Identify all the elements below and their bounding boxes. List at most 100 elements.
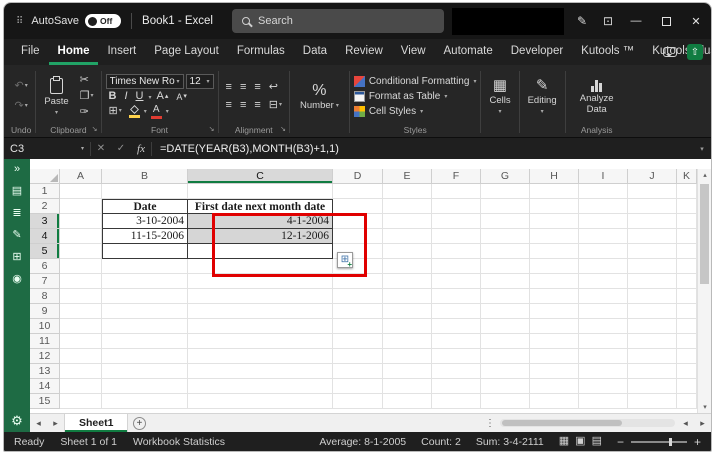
cell-B9[interactable] [102,304,188,319]
find-pane-icon[interactable]: ◉ [12,274,22,285]
cell-K12[interactable] [677,349,697,364]
cell-E13[interactable] [383,364,432,379]
column-header-E[interactable]: E [383,169,432,184]
tab-home[interactable]: Home [49,39,99,65]
normal-view-icon[interactable]: ▦ [559,436,569,447]
page-layout-view-icon[interactable]: ▣ [575,436,585,447]
cell-H9[interactable] [530,304,579,319]
pen-icon[interactable]: ✎ [569,14,595,28]
middle-align-button[interactable]: ≡ [237,81,249,94]
cell-C13[interactable] [188,364,333,379]
cell-K9[interactable] [677,304,697,319]
cell-G5[interactable] [481,244,530,259]
cell-C1[interactable] [188,184,333,199]
cell-D11[interactable] [333,334,383,349]
fill-color-button[interactable] [127,105,142,118]
cell-H1[interactable] [530,184,579,199]
cell-K2[interactable] [677,199,697,214]
vertical-scrollbar[interactable]: ▴ ▾ [697,169,711,413]
cell-H15[interactable] [530,394,579,409]
cell-H2[interactable] [530,199,579,214]
cell-A7[interactable] [60,274,102,289]
cell-I7[interactable] [579,274,628,289]
cell-J6[interactable] [628,259,677,274]
cell-C2[interactable]: First date next month date [188,199,333,214]
merge-center-button[interactable]: ⊟▾ [266,99,285,112]
cell-I13[interactable] [579,364,628,379]
font-name-select[interactable]: Times New Ro▾ [106,74,184,89]
cell-E14[interactable] [383,379,432,394]
cell-K13[interactable] [677,364,697,379]
cell-D3[interactable] [333,214,383,229]
cell-B6[interactable] [102,259,188,274]
row-header-7[interactable]: 7 [30,274,60,289]
column-list-icon[interactable]: ≣ [12,208,21,219]
formula-input[interactable]: =DATE(YEAR(B3),MONTH(B3)+1,1) [152,143,693,155]
cell-K15[interactable] [677,394,697,409]
cell-F11[interactable] [432,334,481,349]
cell-E15[interactable] [383,394,432,409]
format-painter-button[interactable]: ✑ [77,106,97,119]
cell-E4[interactable] [383,229,432,244]
cell-F13[interactable] [432,364,481,379]
row-header-6[interactable]: 6 [30,259,60,274]
cell-C10[interactable] [188,319,333,334]
cell-D10[interactable] [333,319,383,334]
cell-H11[interactable] [530,334,579,349]
decrease-font-button[interactable]: A▾ [173,92,190,103]
cell-F15[interactable] [432,394,481,409]
cell-E6[interactable] [383,259,432,274]
cell-I1[interactable] [579,184,628,199]
cell-I6[interactable] [579,259,628,274]
row-header-14[interactable]: 14 [30,379,60,394]
zoom-slider-thumb[interactable] [669,438,672,446]
insert-function-icon[interactable]: fx [131,143,151,155]
row-header-13[interactable]: 13 [30,364,60,379]
cell-F2[interactable] [432,199,481,214]
vertical-scroll-thumb[interactable] [700,184,709,284]
row-header-10[interactable]: 10 [30,319,60,334]
zoom-slider[interactable] [631,441,687,443]
center-button[interactable]: ≡ [237,99,249,112]
cell-J12[interactable] [628,349,677,364]
cell-F1[interactable] [432,184,481,199]
cell-K8[interactable] [677,289,697,304]
cell-K14[interactable] [677,379,697,394]
bold-button[interactable]: B [106,90,120,103]
cell-G9[interactable] [481,304,530,319]
row-header-4[interactable]: 4 [30,229,60,244]
autosave-toggle[interactable]: Off [85,14,121,28]
cell-C8[interactable] [188,289,333,304]
cell-K11[interactable] [677,334,697,349]
maximize-button[interactable] [651,3,681,39]
cell-B13[interactable] [102,364,188,379]
font-dialog-launcher-icon[interactable]: ↘ [209,124,215,136]
cell-A3[interactable] [60,214,102,229]
cell-I8[interactable] [579,289,628,304]
cell-G4[interactable] [481,229,530,244]
cell-F5[interactable] [432,244,481,259]
cell-H12[interactable] [530,349,579,364]
collapse-pane-icon[interactable]: » [14,164,20,175]
cell-B12[interactable] [102,349,188,364]
row-header-2[interactable]: 2 [30,199,60,214]
column-header-D[interactable]: D [333,169,383,184]
redo-button[interactable]: ↷▾ [12,100,31,113]
undo-button[interactable]: ↶▾ [12,80,31,93]
cell-K5[interactable] [677,244,697,259]
cell-E2[interactable] [383,199,432,214]
cell-G7[interactable] [481,274,530,289]
formula-bar-expand-icon[interactable]: ▾ [693,145,711,153]
conditional-formatting-button[interactable]: Conditional Formatting▾ [354,76,477,87]
cell-I15[interactable] [579,394,628,409]
cell-B10[interactable] [102,319,188,334]
cell-G10[interactable] [481,319,530,334]
cell-H6[interactable] [530,259,579,274]
cell-K4[interactable] [677,229,697,244]
cell-I4[interactable] [579,229,628,244]
cell-F3[interactable] [432,214,481,229]
workbook-statistics-button[interactable]: Workbook Statistics [133,436,225,448]
tab-developer[interactable]: Developer [502,39,572,65]
cell-J7[interactable] [628,274,677,289]
copy-button[interactable]: ❐▾ [77,90,97,103]
